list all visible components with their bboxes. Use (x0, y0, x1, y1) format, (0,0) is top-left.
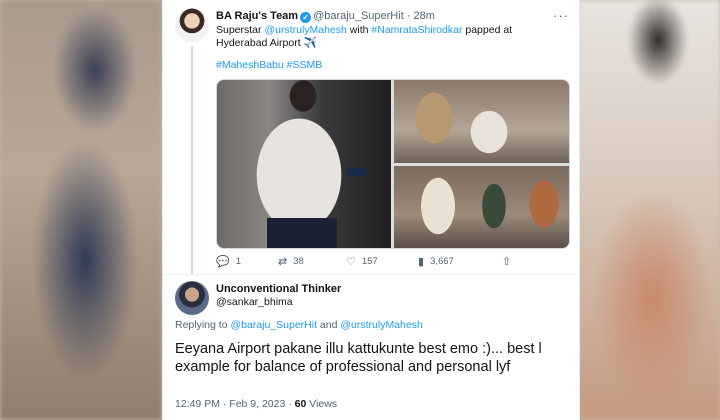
media-photo-3[interactable] (394, 166, 569, 248)
replying-to-mention-1[interactable]: @baraju_SuperHit (230, 319, 317, 331)
hashtags-link[interactable]: #MaheshBabu #SSMB (216, 59, 322, 72)
author-display-name[interactable]: BA Raju's Team (216, 10, 298, 22)
share-icon: ⇧ (502, 256, 512, 268)
replying-to-mention-2[interactable]: @urstrulyMahesh (340, 319, 422, 331)
blurred-background-right (578, 0, 720, 420)
replying-to-line: Replying to @baraju_SuperHit and @urstru… (175, 319, 423, 331)
tweet-media-grid (216, 79, 570, 249)
media-photo-1[interactable] (217, 80, 391, 248)
tweet-thread-card: BA Raju's Team ✓ @baraju_SuperHit · 28m ··… (162, 0, 580, 420)
blurred-background-left (0, 0, 162, 420)
reply-text: Eeyana Airport pakane illu kattukunte be… (175, 341, 542, 375)
tweet-header: BA Raju's Team ✓ @baraju_SuperHit · 28m (216, 10, 435, 23)
like-count: 157 (361, 256, 378, 267)
reply-button[interactable]: 💬 1 (216, 255, 241, 268)
verified-badge-icon: ✓ (300, 12, 312, 23)
reply-views-count: 60 (294, 398, 307, 410)
tweet-action-bar: 💬 1 ⇄ 38 ♡ 157 ▮ 3,667 ⇧ (216, 255, 556, 269)
reply-count: 1 (235, 256, 241, 267)
reply-timestamp-line: 12:49 PM · Feb 9, 2023 · 60 Views (175, 398, 337, 410)
like-icon: ♡ (346, 256, 356, 268)
like-button[interactable]: ♡ 157 (346, 255, 378, 268)
reply-author-display-name[interactable]: Unconventional Thinker (216, 283, 341, 295)
tweet-divider (163, 274, 579, 275)
pants-shape (267, 218, 337, 248)
views-count: 3,667 (430, 256, 454, 267)
hashtag-link[interactable]: #NamrataShirodkar (371, 24, 462, 36)
reply-icon: 💬 (216, 256, 230, 268)
mention-link[interactable]: @urstrulyMahesh (264, 24, 346, 36)
views-button[interactable]: ▮ 3,667 (418, 255, 454, 268)
thread-connector-line (191, 46, 193, 274)
phone-shape (347, 168, 367, 176)
retweet-count: 38 (293, 256, 304, 267)
retweet-button[interactable]: ⇄ 38 (278, 255, 304, 268)
author-handle[interactable]: @baraju_SuperHit (313, 10, 404, 22)
retweet-icon: ⇄ (278, 256, 288, 268)
views-icon: ▮ (418, 256, 425, 268)
tweet-text: Superstar @urstrulyMahesh with #NamrataS… (216, 24, 513, 49)
media-photo-2[interactable] (394, 80, 569, 163)
reply-author-handle[interactable]: @sankar_bhima (216, 296, 293, 309)
tweet-time[interactable]: 28m (414, 10, 435, 22)
reply-views-label: Views (306, 398, 338, 410)
reply-author-avatar[interactable] (175, 281, 209, 315)
reply-timestamp[interactable]: 12:49 PM · Feb 9, 2023 · (175, 398, 295, 410)
more-options-icon[interactable]: ··· (553, 8, 569, 23)
author-avatar[interactable] (175, 8, 209, 42)
share-button[interactable]: ⇧ (502, 255, 517, 268)
